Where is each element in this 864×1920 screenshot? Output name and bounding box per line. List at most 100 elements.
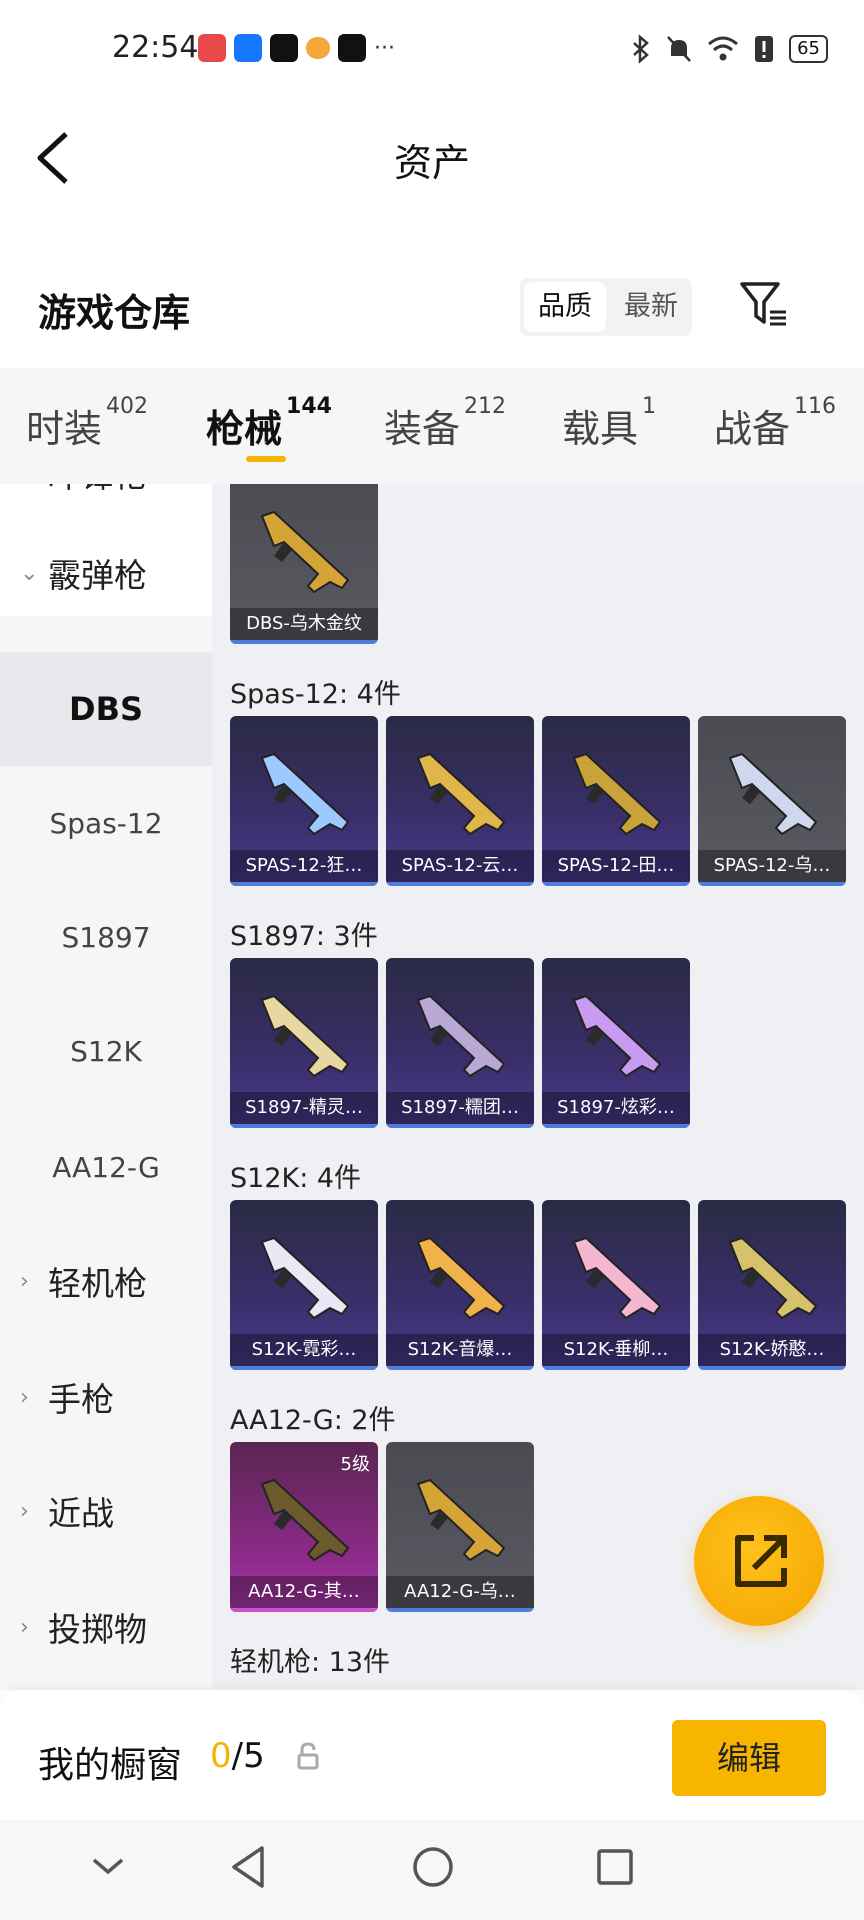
chevron-right-icon: › [20,1268,29,1294]
group-label: Spas-12: 4件 [230,679,401,710]
level-badge: 5级 [340,1454,370,1475]
weapon-name: S1897-炫彩… [542,1092,690,1124]
recents-square-icon[interactable] [596,1848,634,1886]
group-label: AA12-G: 2件 [230,1405,396,1436]
shop-app-icon [198,34,226,62]
showcase-label: 我的橱窗 [38,1745,183,1786]
weapon-sidebar: ⌄ 冲锋枪 ⌄ 霰弹枪 DBS Spas-12 S1897 S12K AA12-… [0,484,212,1690]
tab-equipment[interactable]: 装备212 [384,394,506,453]
chevron-down-icon[interactable] [90,1854,126,1878]
weapon-card[interactable]: 5级 AA12-G-其… [230,1442,378,1612]
tab-fashion[interactable]: 时装402 [26,394,148,453]
weapon-card[interactable]: S12K-娇憨… [698,1200,846,1370]
active-tab-indicator [246,456,286,462]
alert-icon [755,36,774,62]
tab-supplies[interactable]: 战备116 [714,394,836,453]
weapon-name: SPAS-12-田… [542,850,690,882]
tab-firearms[interactable]: 枪械144 [206,394,332,453]
weapon-card[interactable]: SPAS-12-田… [542,716,690,886]
weapon-card[interactable]: S1897-糯团… [386,958,534,1128]
warehouse-header: 游戏仓库 品质 最新 [0,270,864,360]
sort-quality-button[interactable]: 品质 [524,282,606,332]
rarity-bar [698,1366,846,1370]
chevron-right-icon: › [20,1384,29,1410]
weapon-name: SPAS-12-云… [386,850,534,882]
rarity-bar [542,1366,690,1370]
chevron-down-icon: ⌄ [20,560,39,586]
rarity-bar [386,1608,534,1612]
notification-icons: ··· [198,34,395,62]
weapon-image [260,1478,350,1562]
weapon-image [416,1478,506,1562]
weapon-card[interactable]: DBS-乌木金纹 [230,484,378,644]
wifi-icon [708,36,739,61]
sidebar-item-s12k[interactable]: S12K [0,994,212,1108]
status-time: 22:54 [112,30,199,65]
share-button[interactable] [694,1496,824,1626]
weapon-card[interactable]: SPAS-12-狂… [230,716,378,886]
weapon-card[interactable]: S1897-炫彩… [542,958,690,1128]
weapon-image [572,994,662,1078]
category-tabs: 时装402 枪械144 装备212 载具1 战备116 [0,368,864,484]
weapon-image [260,510,350,594]
weapon-card[interactable]: AA12-G-乌… [386,1442,534,1612]
weapon-name: SPAS-12-狂… [230,850,378,882]
status-bar: 22:54 ··· 65 [0,0,864,104]
share-icon [735,1535,787,1587]
chevron-right-icon: › [20,1614,29,1640]
rarity-bar [542,1124,690,1128]
warehouse-title: 游戏仓库 [38,291,191,335]
weapon-image [260,994,350,1078]
weapon-image [416,752,506,836]
weapon-image [728,1236,818,1320]
more-notifications-icon: ··· [374,35,395,61]
sidebar-item-aa12g[interactable]: AA12-G [0,1110,212,1224]
weapon-image [416,1236,506,1320]
weapon-card[interactable]: SPAS-12-乌… [698,716,846,886]
weapon-card[interactable]: S1897-精灵… [230,958,378,1128]
sidebar-item-throwable[interactable]: › 投掷物 [0,1570,212,1684]
weapon-name: S12K-音爆… [386,1334,534,1366]
weapon-image [260,752,350,836]
rarity-bar [386,882,534,886]
filter-icon[interactable] [738,280,788,328]
rarity-bar [230,1608,378,1612]
chevron-down-icon: ⌄ [20,484,38,486]
sort-toggle: 品质 最新 [520,278,692,336]
sort-newest-button[interactable]: 最新 [610,278,692,336]
tiktok-icon [270,34,298,62]
app-icon [306,37,330,59]
home-circle-icon[interactable] [412,1846,454,1888]
system-navigation [0,1820,864,1920]
chevron-right-icon: › [20,1498,29,1524]
weapon-card[interactable]: SPAS-12-云… [386,716,534,886]
sidebar-item-shotgun[interactable]: ⌄ 霰弹枪 [0,530,212,616]
weapon-name: DBS-乌木金纹 [230,608,378,640]
weapon-card[interactable]: S12K-霓彩… [230,1200,378,1370]
showcase-count: 0/5 [210,1736,265,1776]
edit-button[interactable]: 编辑 [672,1720,826,1796]
sidebar-item-pistol[interactable]: › 手枪 [0,1340,212,1454]
weapon-card[interactable]: S12K-音爆… [386,1200,534,1370]
group-label: S1897: 3件 [230,921,378,952]
sidebar-item-s1897[interactable]: S1897 [0,880,212,994]
rarity-bar [230,882,378,886]
tab-vehicles[interactable]: 载具1 [562,394,656,453]
sidebar-item-smg[interactable]: ⌄ 冲锋枪 [0,484,212,530]
sidebar-item-dbs[interactable]: DBS [0,652,212,766]
group-label: 轻机枪: 13件 [230,1647,391,1678]
rarity-bar [386,1124,534,1128]
back-triangle-icon[interactable] [228,1844,268,1890]
rarity-bar [698,882,846,886]
weapon-name: S12K-霓彩… [230,1334,378,1366]
page-title: 资产 [393,141,470,185]
weapon-image [572,752,662,836]
weapon-image [416,994,506,1078]
weapon-image [260,1236,350,1320]
weapon-name: AA12-G-乌… [386,1576,534,1608]
sidebar-item-melee[interactable]: › 近战 [0,1454,212,1568]
sidebar-item-lmg[interactable]: › 轻机枪 [0,1224,212,1338]
weapon-card[interactable]: S12K-垂柳… [542,1200,690,1370]
rarity-bar [230,1124,378,1128]
sidebar-item-spas12[interactable]: Spas-12 [0,766,212,880]
